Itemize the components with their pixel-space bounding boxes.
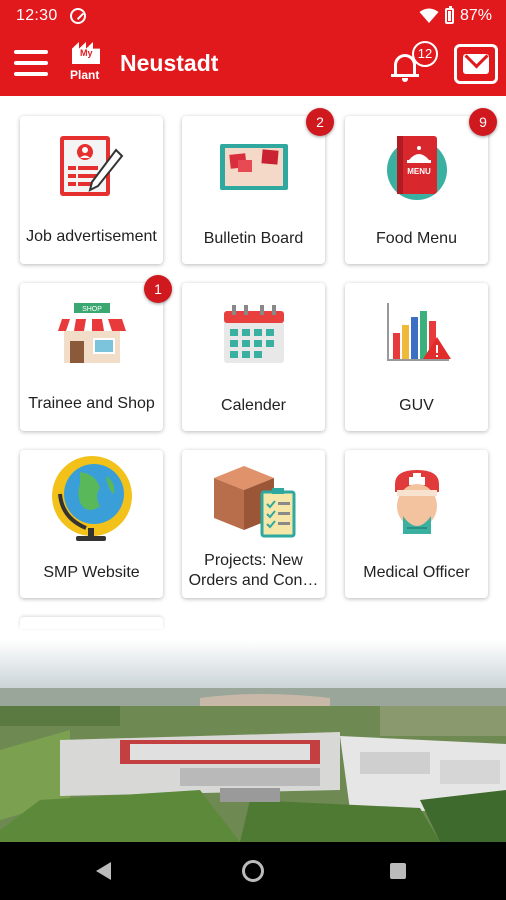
notification-badge: 1 xyxy=(144,275,172,303)
tile-label: Calender xyxy=(221,397,286,414)
back-triangle-icon[interactable] xyxy=(96,862,111,880)
tile-label: GUV xyxy=(399,397,434,414)
bell-base xyxy=(391,74,419,77)
logo-my-text: My xyxy=(80,48,93,58)
page-title: Neustadt xyxy=(120,50,219,76)
wifi-icon xyxy=(419,8,439,23)
tile-label: Projects: New Orders and Con… xyxy=(188,552,319,589)
battery-icon xyxy=(444,6,454,24)
tile-job-advertisement[interactable]: Job advertisement xyxy=(20,116,163,264)
battery-percent: 87% xyxy=(459,7,492,24)
hamburger-menu-button[interactable] xyxy=(12,46,50,80)
menu-book-text: MENU xyxy=(407,167,431,176)
job-advertisement-icon xyxy=(60,136,124,196)
medical-officer-icon xyxy=(395,470,439,534)
logo-plant-text: Plant xyxy=(70,68,100,82)
shop-sign-text: SHOP xyxy=(82,306,102,313)
bell-clapper xyxy=(402,78,408,82)
system-nav-bar xyxy=(0,842,506,900)
envelope-icon xyxy=(463,54,489,74)
bulletin-board-icon xyxy=(220,144,288,190)
globe-icon xyxy=(52,456,132,541)
tile-label: Trainee and Shop xyxy=(28,395,155,412)
tile-projects-new-orders[interactable]: Projects: New Orders and Con… xyxy=(182,450,325,598)
tile-medical-officer[interactable]: Medical Officer xyxy=(345,450,488,598)
my-plant-logo: My Plant xyxy=(68,40,108,88)
menu-line-icon xyxy=(14,72,48,76)
tile-label: Job advertisement xyxy=(26,228,157,245)
home-circle-icon[interactable] xyxy=(242,860,264,882)
menu-line-icon xyxy=(14,50,48,54)
factory-aerial-photo xyxy=(0,640,506,842)
tile-label: Medical Officer xyxy=(363,564,470,581)
tile-partial-next-row[interactable] xyxy=(20,617,163,629)
tile-label: Bulletin Board xyxy=(203,230,304,247)
messages-button[interactable] xyxy=(454,44,498,84)
projects-box-icon xyxy=(214,466,296,538)
tile-label: Food Menu xyxy=(376,230,457,247)
tile-guv[interactable]: GUV xyxy=(345,283,488,431)
app-bar: My Plant Neustadt 12 xyxy=(0,32,506,96)
tile-label: SMP Website xyxy=(43,564,140,581)
food-menu-icon: MENU xyxy=(387,136,447,200)
tile-food-menu[interactable]: MENU Food Menu 9 xyxy=(345,108,497,264)
calendar-icon xyxy=(224,305,284,363)
tile-trainee-and-shop[interactable]: SHOP Trainee and Shop 1 xyxy=(20,275,172,431)
trainee-shop-icon: SHOP xyxy=(58,303,126,363)
nfc-icon xyxy=(69,8,86,24)
guv-chart-icon xyxy=(387,303,451,361)
notification-count-badge: 12 xyxy=(412,41,438,67)
menu-line-icon xyxy=(14,61,48,65)
recent-apps-square-icon[interactable] xyxy=(390,863,406,879)
tile-calender[interactable]: Calender xyxy=(182,283,325,431)
status-right: 87% xyxy=(419,6,492,25)
tile-bulletin-board[interactable]: Bulletin Board 2 xyxy=(182,108,334,264)
notification-badge: 2 xyxy=(306,108,334,136)
factory-photo-drawing xyxy=(0,640,506,842)
status-time: 12:30 xyxy=(16,7,58,24)
tile-smp-website[interactable]: SMP Website xyxy=(20,450,163,598)
notification-badge: 9 xyxy=(469,108,497,136)
status-bar: 12:30 87% xyxy=(0,0,506,32)
